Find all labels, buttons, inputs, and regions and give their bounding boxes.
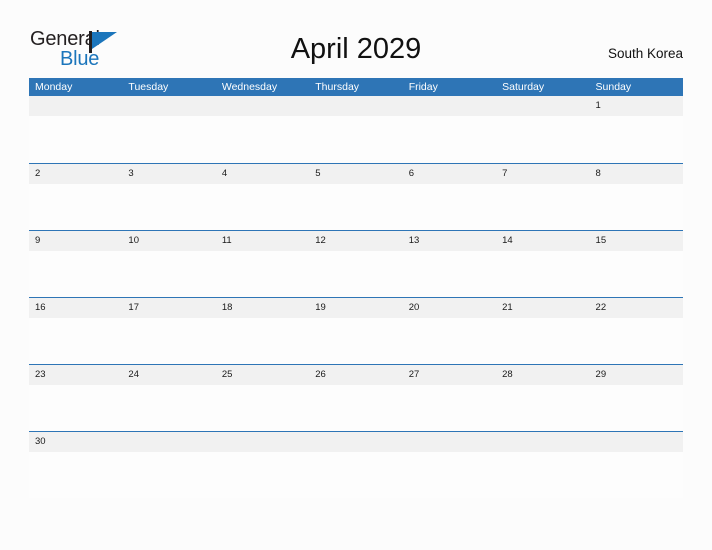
day-cell[interactable]: 19 — [309, 298, 402, 318]
week-date-band: 30 — [29, 432, 683, 452]
week-row: 23 24 25 26 27 28 29 — [29, 364, 683, 431]
day-cell[interactable] — [122, 96, 215, 116]
day-cell[interactable]: 6 — [403, 164, 496, 184]
week-date-band: 1 — [29, 96, 683, 116]
week-note-area[interactable] — [29, 184, 683, 230]
day-cell[interactable]: 2 — [29, 164, 122, 184]
week-row: 30 — [29, 431, 683, 498]
week-note-area[interactable] — [29, 251, 683, 297]
day-cell[interactable]: 22 — [590, 298, 683, 318]
day-cell[interactable] — [216, 432, 309, 452]
weekday-header-row: Monday Tuesday Wednesday Thursday Friday… — [29, 78, 683, 96]
day-cell[interactable]: 27 — [403, 365, 496, 385]
day-cell[interactable]: 17 — [122, 298, 215, 318]
day-cell[interactable]: 13 — [403, 231, 496, 251]
day-cell[interactable] — [496, 432, 589, 452]
page-title: April 2029 — [290, 33, 422, 65]
day-cell[interactable]: 20 — [403, 298, 496, 318]
weekday-friday: Friday — [408, 81, 438, 93]
day-cell[interactable]: 23 — [29, 365, 122, 385]
week-note-area[interactable] — [29, 116, 683, 162]
week-date-band: 23 24 25 26 27 28 29 — [29, 365, 683, 385]
week-note-area[interactable] — [29, 318, 683, 364]
day-cell[interactable]: 18 — [216, 298, 309, 318]
day-cell[interactable] — [309, 96, 402, 116]
weekday-saturday: Saturday — [502, 81, 545, 93]
day-cell[interactable]: 12 — [309, 231, 402, 251]
region-label: South Korea — [607, 46, 683, 61]
weekday-sunday: Sunday — [595, 81, 632, 93]
calendar-page: General Blue April 2029 South Korea Mond… — [0, 0, 712, 550]
day-cell[interactable]: 10 — [122, 231, 215, 251]
day-cell[interactable] — [403, 432, 496, 452]
day-cell[interactable]: 26 — [309, 365, 402, 385]
day-cell[interactable] — [216, 96, 309, 116]
week-note-area[interactable] — [29, 385, 683, 431]
week-row: 16 17 18 19 20 21 22 — [29, 297, 683, 364]
day-cell[interactable]: 16 — [29, 298, 122, 318]
week-row: 2 3 4 5 6 7 8 — [29, 163, 683, 230]
weekday-thursday: Thursday — [315, 81, 360, 93]
day-cell[interactable]: 25 — [216, 365, 309, 385]
day-cell[interactable] — [403, 96, 496, 116]
day-cell[interactable]: 8 — [590, 164, 683, 184]
week-date-band: 2 3 4 5 6 7 8 — [29, 164, 683, 184]
day-cell[interactable] — [496, 96, 589, 116]
day-cell[interactable]: 14 — [496, 231, 589, 251]
day-cell[interactable] — [122, 432, 215, 452]
weekday-wednesday: Wednesday — [221, 81, 278, 93]
day-cell[interactable]: 1 — [590, 96, 683, 116]
week-date-band: 16 17 18 19 20 21 22 — [29, 298, 683, 318]
day-cell[interactable]: 9 — [29, 231, 122, 251]
day-cell[interactable]: 5 — [309, 164, 402, 184]
calendar-grid: Monday Tuesday Wednesday Thursday Friday… — [29, 78, 683, 498]
day-cell[interactable]: 7 — [496, 164, 589, 184]
day-cell[interactable]: 11 — [216, 231, 309, 251]
week-row: 9 10 11 12 13 14 15 — [29, 230, 683, 297]
week-date-band: 9 10 11 12 13 14 15 — [29, 231, 683, 251]
day-cell[interactable]: 30 — [29, 432, 122, 452]
day-cell[interactable]: 29 — [590, 365, 683, 385]
week-row: 1 — [29, 96, 683, 163]
day-cell[interactable] — [590, 432, 683, 452]
day-cell[interactable] — [29, 96, 122, 116]
weekday-monday: Monday — [35, 81, 73, 93]
page-header: General Blue April 2029 South Korea — [0, 0, 712, 78]
day-cell[interactable]: 21 — [496, 298, 589, 318]
week-note-area[interactable] — [29, 452, 683, 498]
day-cell[interactable]: 15 — [590, 231, 683, 251]
day-cell[interactable] — [309, 432, 402, 452]
day-cell[interactable]: 4 — [216, 164, 309, 184]
weekday-tuesday: Tuesday — [128, 81, 169, 93]
day-cell[interactable]: 24 — [122, 365, 215, 385]
day-cell[interactable]: 3 — [122, 164, 215, 184]
day-cell[interactable]: 28 — [496, 365, 589, 385]
